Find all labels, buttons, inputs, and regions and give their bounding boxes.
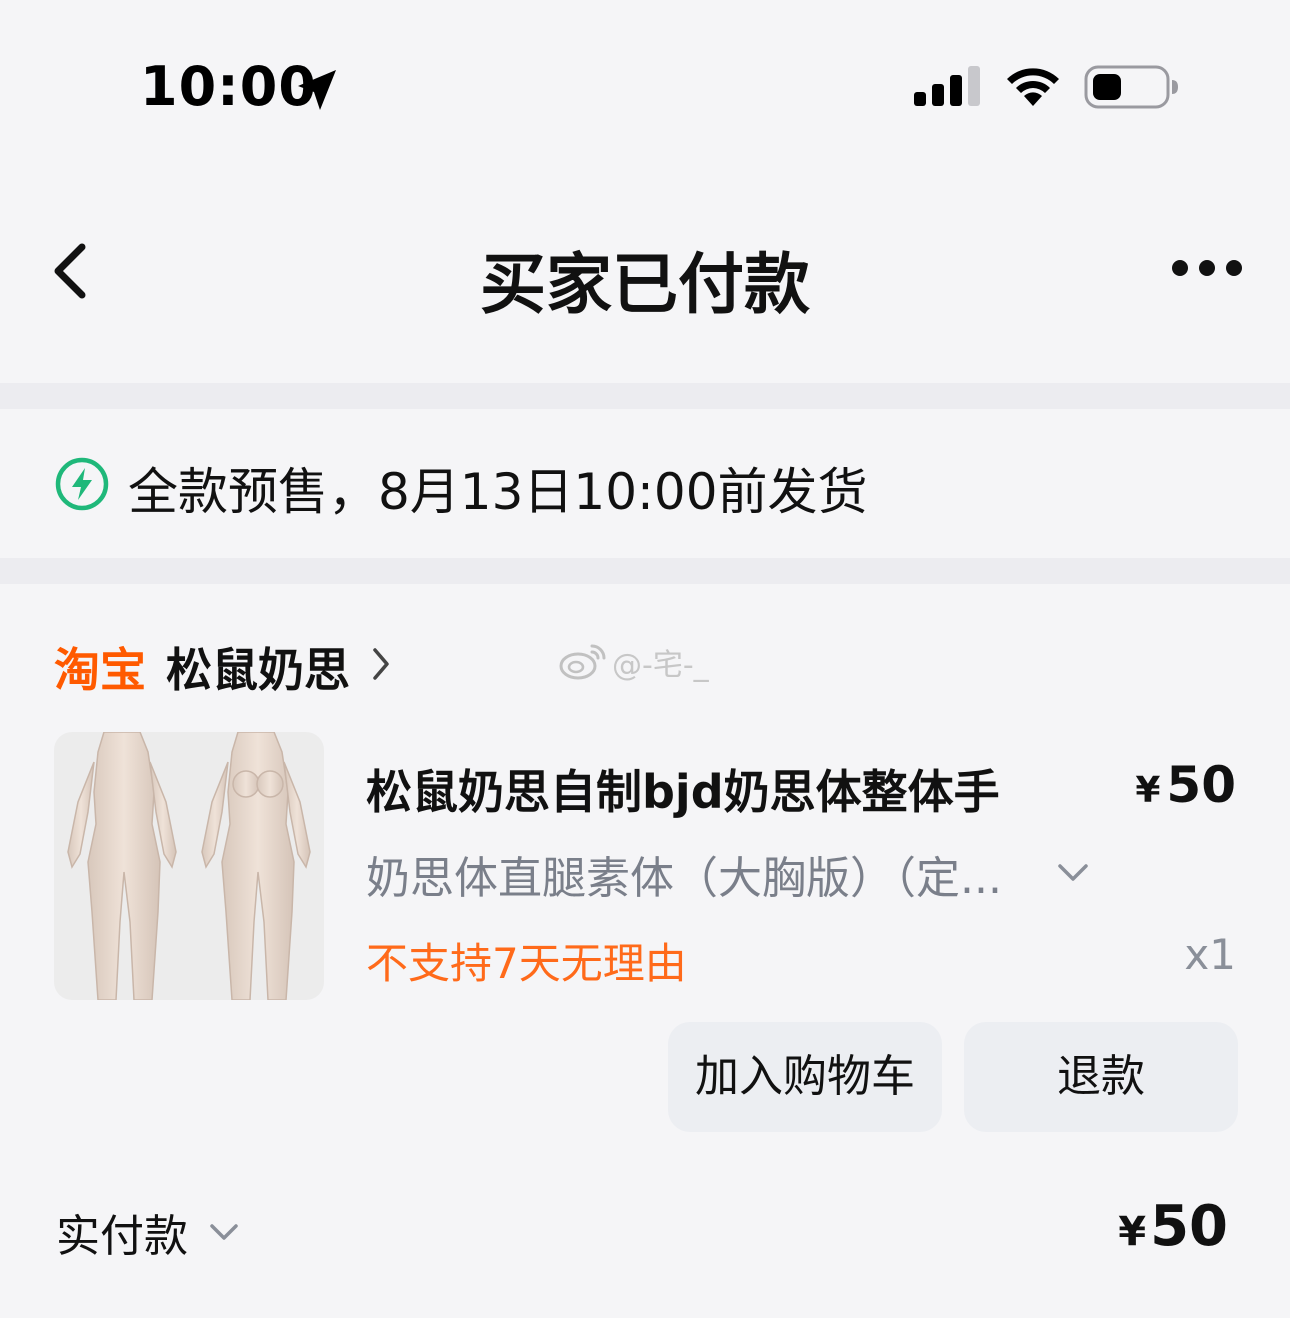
doll-body-image (67, 732, 311, 1000)
section-divider (0, 383, 1290, 409)
order-card: 淘宝 松鼠奶思 @-宅-_ 松鼠奶思自制bjd奶思体整体手 ¥ 50 奶思体直腿… (0, 584, 1290, 1318)
paid-label: 实付款 (56, 1211, 188, 1262)
taobao-logo: 淘宝 (54, 643, 146, 697)
battery-icon (1084, 65, 1178, 109)
product-price: ¥50 (1135, 756, 1236, 814)
price-value: 50 (1166, 756, 1236, 814)
presale-notice-text: 全款预售，8月13日10:00前发货 (128, 463, 868, 521)
watermark-text: @-宅-_ (612, 648, 709, 683)
nav-bar: 买家已付款 (0, 175, 1290, 383)
chevron-down-icon (1058, 864, 1088, 881)
paid-value: 50 (1150, 1194, 1228, 1259)
presale-notice: 全款预售，8月13日10:00前发货 (0, 410, 1290, 558)
return-policy-badge: 不支持7天无理由 (366, 939, 687, 988)
more-dots-icon[interactable] (1170, 257, 1244, 279)
add-to-cart-button[interactable]: 加入购物车 (668, 1022, 942, 1132)
paid-amount: ¥50 (1118, 1194, 1228, 1259)
lightning-bolt-icon (55, 457, 109, 511)
section-divider (0, 558, 1290, 584)
sku-text: 奶思体直腿素体（大胸版）（定... (366, 853, 1002, 904)
status-time: 10:00 (140, 55, 317, 118)
price-currency: ¥ (1135, 770, 1161, 811)
payment-summary[interactable]: 实付款 ¥50 (56, 1194, 1236, 1262)
page-title: 买家已付款 (480, 246, 810, 323)
cellular-signal-icon (914, 66, 980, 106)
shop-name: 松鼠奶思 (166, 643, 350, 697)
chevron-right-icon (373, 648, 389, 680)
status-bar: 10:00 (0, 0, 1290, 175)
product-thumbnail[interactable] (54, 732, 324, 1000)
chevron-down-icon (210, 1224, 238, 1240)
weibo-logo-icon (559, 644, 606, 680)
product-title[interactable]: 松鼠奶思自制bjd奶思体整体手 (366, 756, 1066, 822)
paid-currency: ¥ (1118, 1209, 1147, 1255)
refund-button[interactable]: 退款 (964, 1022, 1238, 1132)
product-quantity: x1 (1184, 930, 1236, 979)
wifi-icon (1007, 68, 1059, 106)
order-detail-page: 10:00 买家已付款 全款预售，8月13日10:00前发货 淘宝 松鼠奶思 @… (0, 0, 1290, 1318)
location-arrow-icon (298, 70, 336, 110)
